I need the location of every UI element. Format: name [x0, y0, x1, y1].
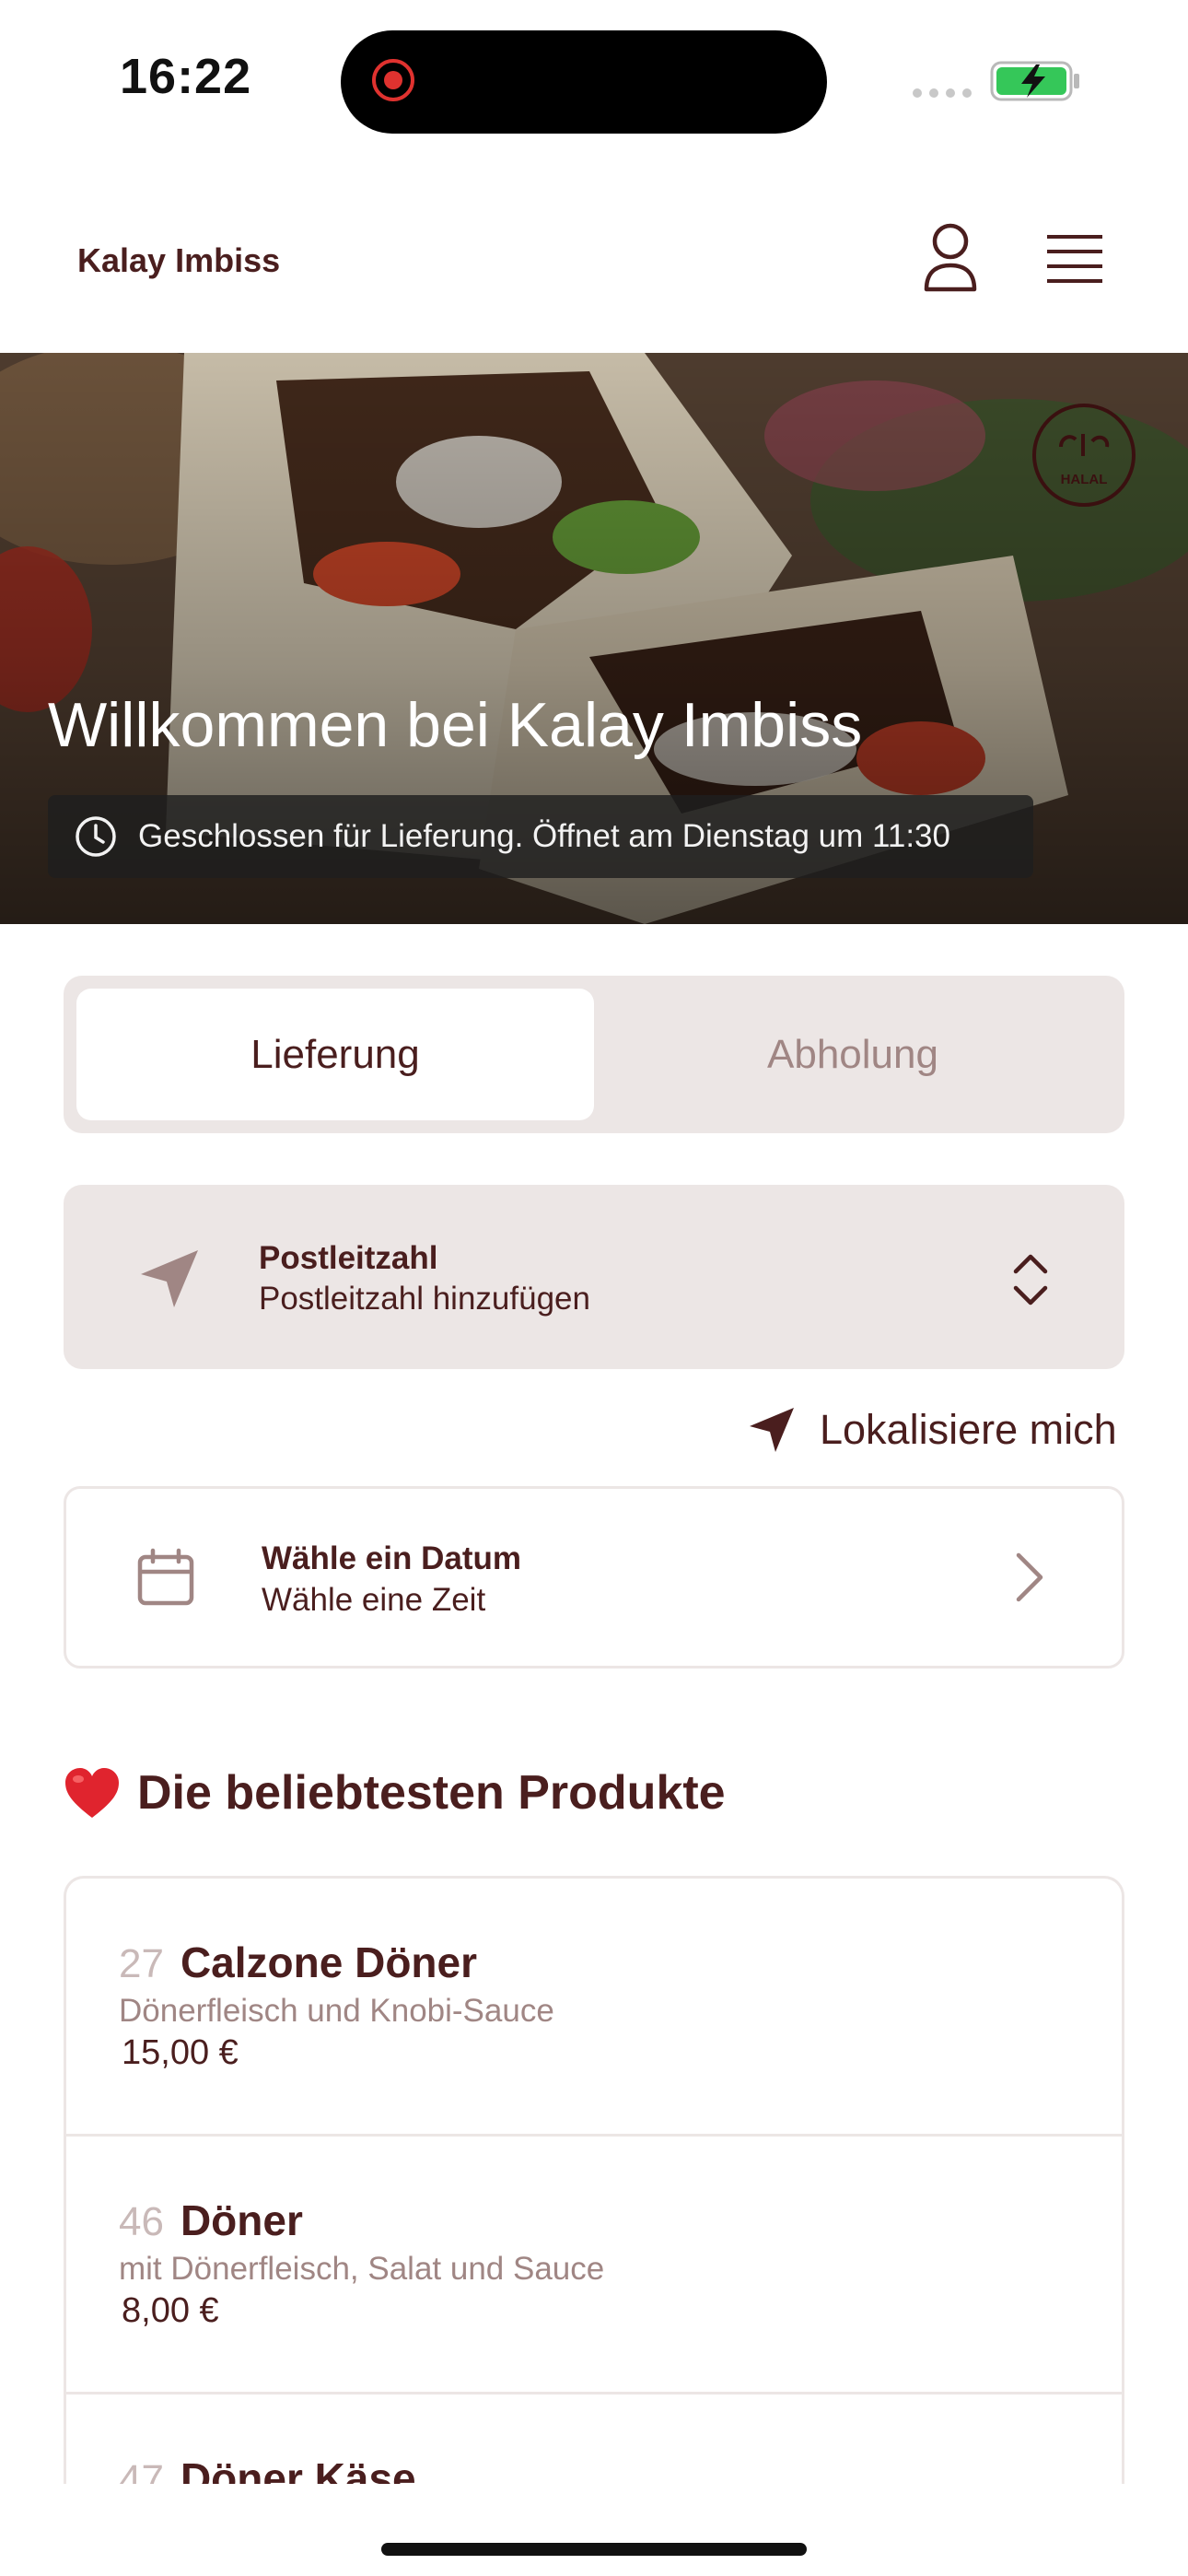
location-arrow-icon [141, 1250, 198, 1307]
product-description: Dönerfleisch und Knobi-Sauce [119, 1993, 554, 2029]
product-price: 15,00 € [122, 2033, 239, 2072]
opening-notice-text: Geschlossen für Lieferung. Öffnet am Die… [138, 818, 950, 854]
opening-notice: Geschlossen für Lieferung. Öffnet am Die… [48, 795, 1033, 878]
calendar-icon [137, 1548, 194, 1606]
clock-icon [76, 816, 116, 857]
user-icon[interactable] [921, 221, 980, 295]
date-time-picker[interactable]: Wähle ein Datum Wähle eine Zeit [64, 1486, 1124, 1669]
hero-title: Willkommen bei Kalay Imbiss [48, 690, 863, 760]
product-name: Döner [180, 2196, 303, 2244]
product-description: mit Dönerfleisch, Salat und Sauce [119, 2251, 605, 2287]
product-price: 8,00 € [122, 2291, 219, 2330]
popular-products-heading: Die beliebtesten Produkte [64, 1765, 726, 1821]
navigation-arrow-icon [750, 1408, 794, 1452]
product-number: 27 [119, 1941, 164, 1986]
heart-icon [65, 1768, 119, 1818]
tab-abholung[interactable]: Abholung [594, 989, 1112, 1120]
halal-badge-icon: HALAL [1032, 404, 1136, 507]
chevron-right-icon [1016, 1552, 1043, 1602]
status-time: 16:22 [120, 49, 252, 104]
signal-icon [913, 88, 972, 98]
popular-products-title: Die beliebtesten Produkte [137, 1766, 726, 1820]
svg-text:HALAL: HALAL [1061, 472, 1108, 487]
order-mode-toggle: Lieferung Abholung [64, 976, 1124, 1133]
menu-icon[interactable] [1045, 232, 1104, 286]
tab-lieferung[interactable]: Lieferung [76, 989, 594, 1120]
brand-name[interactable]: Kalay Imbiss [77, 241, 280, 280]
product-item[interactable]: 46 Döner mit Dönerfleisch, Salat und Sau… [66, 2137, 1122, 2395]
home-indicator[interactable] [381, 2543, 807, 2556]
product-item[interactable]: 47 Döner Käse [66, 2395, 1122, 2484]
product-number: 47 [119, 2457, 164, 2484]
product-name: Döner Käse [180, 2454, 416, 2484]
localize-me-button[interactable]: Lokalisiere mich [748, 1402, 1117, 1458]
chevron-up-down-icon [1013, 1254, 1048, 1306]
postcode-label: Postleitzahl [259, 1240, 438, 1276]
postcode-value: Postleitzahl hinzufügen [259, 1281, 590, 1317]
product-list: 27 Calzone Döner Dönerfleisch und Knobi-… [64, 1876, 1124, 2484]
localize-me-label: Lokalisiere mich [820, 1406, 1117, 1453]
product-number: 46 [119, 2199, 164, 2244]
battery-charging-icon [990, 61, 1079, 101]
product-name: Calzone Döner [180, 1938, 477, 1986]
hero-banner: HALAL Willkommen bei Kalay Imbiss Geschl… [0, 353, 1188, 924]
date-label: Wähle ein Datum [262, 1540, 521, 1576]
time-label: Wähle eine Zeit [262, 1582, 486, 1618]
product-item[interactable]: 27 Calzone Döner Dönerfleisch und Knobi-… [66, 1879, 1122, 2137]
recording-icon [372, 59, 414, 101]
postcode-selector[interactable]: Postleitzahl Postleitzahl hinzufügen [64, 1185, 1124, 1369]
